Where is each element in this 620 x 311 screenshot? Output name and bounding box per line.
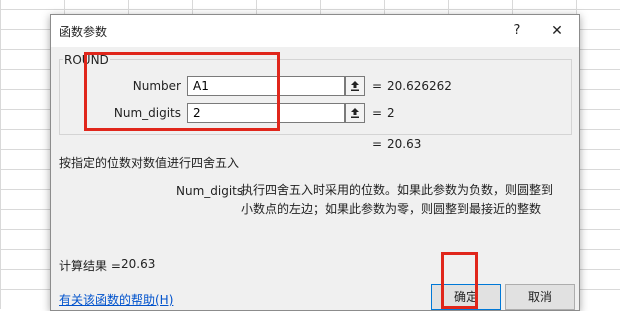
function-help-link[interactable]: 有关该函数的帮助(H) bbox=[59, 291, 173, 308]
cancel-button[interactable]: 取消 bbox=[505, 284, 575, 310]
number-result: 20.626262 bbox=[387, 79, 452, 93]
help-icon[interactable]: ? bbox=[507, 21, 527, 41]
num-digits-result: 2 bbox=[387, 106, 395, 120]
title-bar: 函数参数 ? ✕ bbox=[51, 15, 579, 47]
number-input[interactable] bbox=[187, 76, 345, 96]
number-equals: = bbox=[372, 79, 383, 93]
calc-result-value: 20.63 bbox=[121, 257, 156, 271]
param-help-text: 执行四舍五入时采用的位数。如果此参数为负数，则圆整到小数点的左边；如果此参数为零… bbox=[241, 183, 554, 216]
calc-result-label: 计算结果 = bbox=[59, 259, 121, 273]
function-name: ROUND bbox=[63, 53, 110, 67]
function-arguments-dialog: 函数参数 ? ✕ ROUND Number = 20.626262 Num_di… bbox=[50, 14, 580, 311]
function-equals: = bbox=[372, 137, 383, 151]
num-digits-input[interactable] bbox=[187, 103, 345, 123]
arguments-group bbox=[59, 59, 572, 135]
function-description: 按指定的位数对数值进行四舍五入 bbox=[59, 156, 240, 170]
param-help-name: Num_digits bbox=[176, 184, 244, 198]
function-result: 20.63 bbox=[387, 137, 422, 151]
close-icon[interactable]: ✕ bbox=[547, 21, 567, 41]
dialog-title: 函数参数 bbox=[59, 25, 108, 39]
num-digits-equals: = bbox=[372, 106, 383, 120]
ok-button[interactable]: 确定 bbox=[431, 284, 501, 310]
collapse-dialog-icon[interactable] bbox=[345, 76, 365, 96]
collapse-dialog-icon[interactable] bbox=[345, 103, 365, 123]
number-label: Number bbox=[132, 79, 181, 93]
num-digits-label: Num_digits bbox=[113, 106, 181, 120]
